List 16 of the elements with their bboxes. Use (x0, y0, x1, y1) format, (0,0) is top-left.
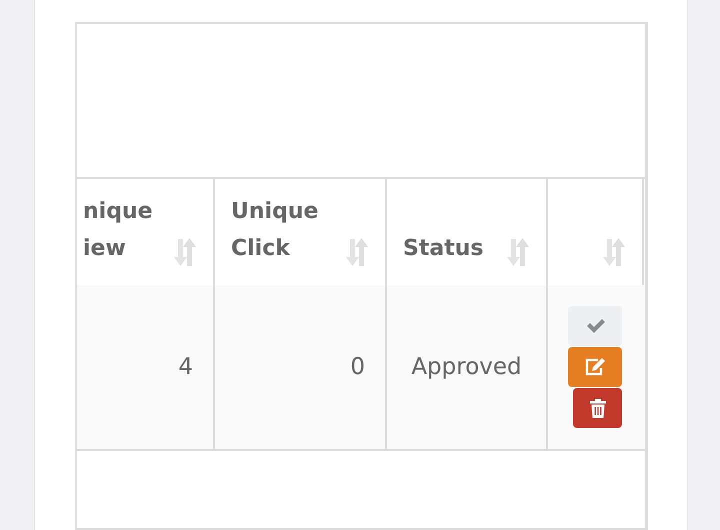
delete-button[interactable] (573, 388, 622, 428)
column-title: Status (403, 235, 484, 263)
sort-icon[interactable] (171, 237, 199, 267)
column-title: Unique Click (231, 198, 320, 263)
sort-icon[interactable] (600, 237, 628, 267)
column-title: nique iew (83, 198, 154, 263)
edit-button[interactable] (568, 347, 622, 387)
check-icon (585, 318, 605, 334)
table-cell: 4 (77, 285, 215, 449)
edit-icon (584, 357, 606, 377)
trash-icon (588, 398, 606, 418)
sort-icon[interactable] (504, 237, 532, 267)
approve-button[interactable] (568, 306, 622, 346)
sort-icon[interactable] (343, 237, 371, 267)
table-cell: 0 (215, 285, 387, 449)
table-cell: Approved (387, 285, 548, 449)
